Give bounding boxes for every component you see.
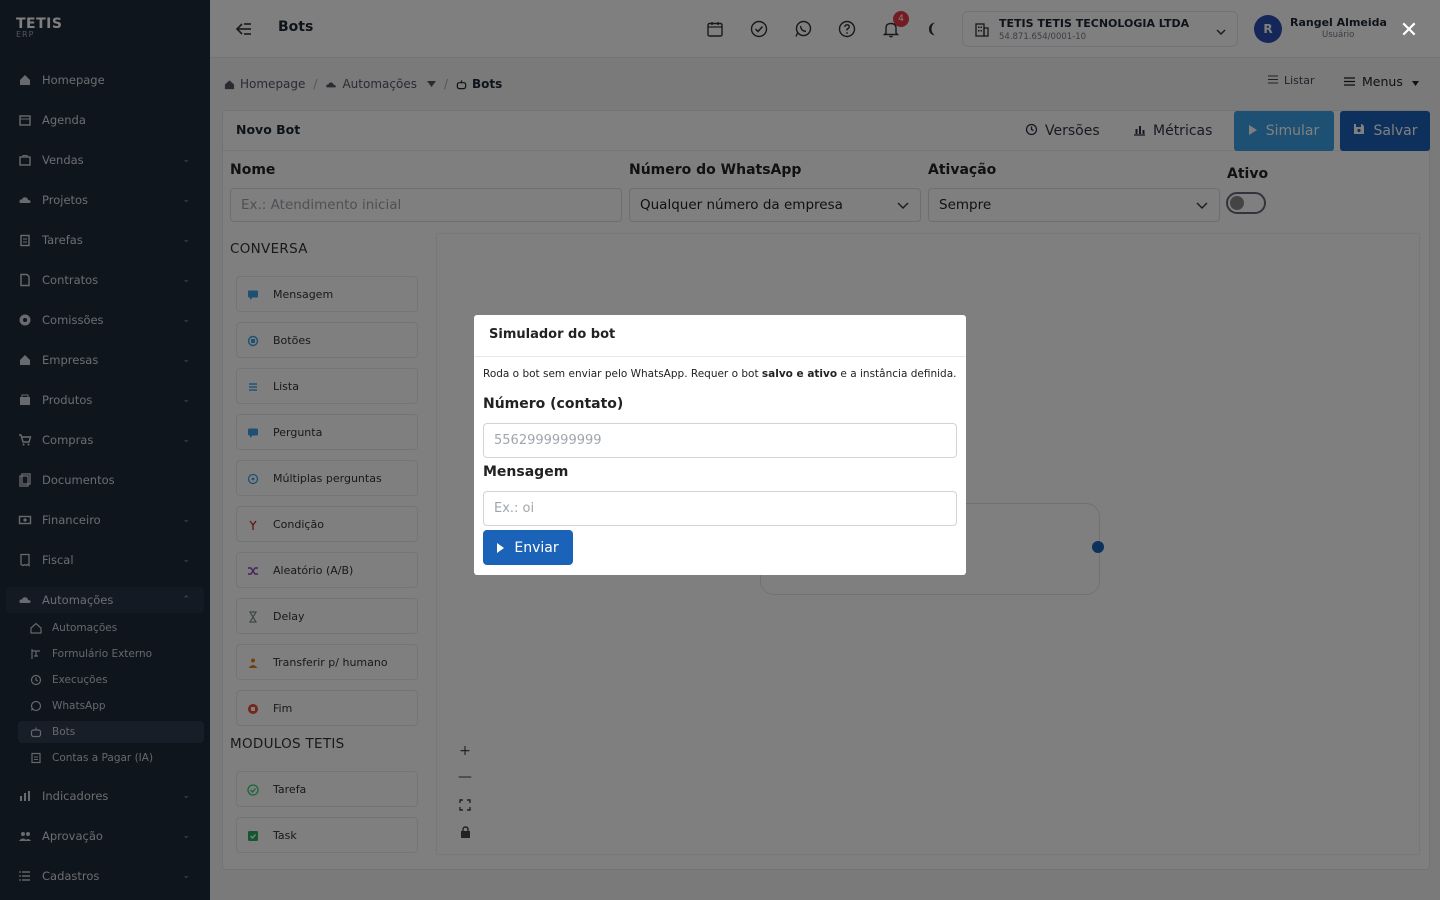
contact-number-input[interactable] [483, 423, 957, 458]
modal-desc-bold: salvo e ativo [761, 368, 838, 380]
send-label: Enviar [514, 539, 559, 556]
close-icon[interactable]: ✕ [1398, 20, 1420, 42]
send-button[interactable]: Enviar [483, 530, 573, 565]
contact-number-label: Número (contato) [483, 396, 624, 412]
modal-header: Simulador do bot [474, 315, 966, 357]
bot-simulator-modal: Simulador do bot Roda o bot sem enviar p… [474, 315, 966, 575]
modal-desc-suffix: e a instância definida. [837, 368, 957, 380]
play-icon [497, 542, 505, 553]
modal-title: Simulador do bot [489, 327, 616, 342]
message-input[interactable] [483, 491, 957, 526]
modal-description: Roda o bot sem enviar pelo WhatsApp. Req… [483, 368, 956, 380]
message-label: Mensagem [483, 464, 569, 480]
modal-desc-prefix: Roda o bot sem enviar pelo WhatsApp. Req… [483, 368, 762, 380]
